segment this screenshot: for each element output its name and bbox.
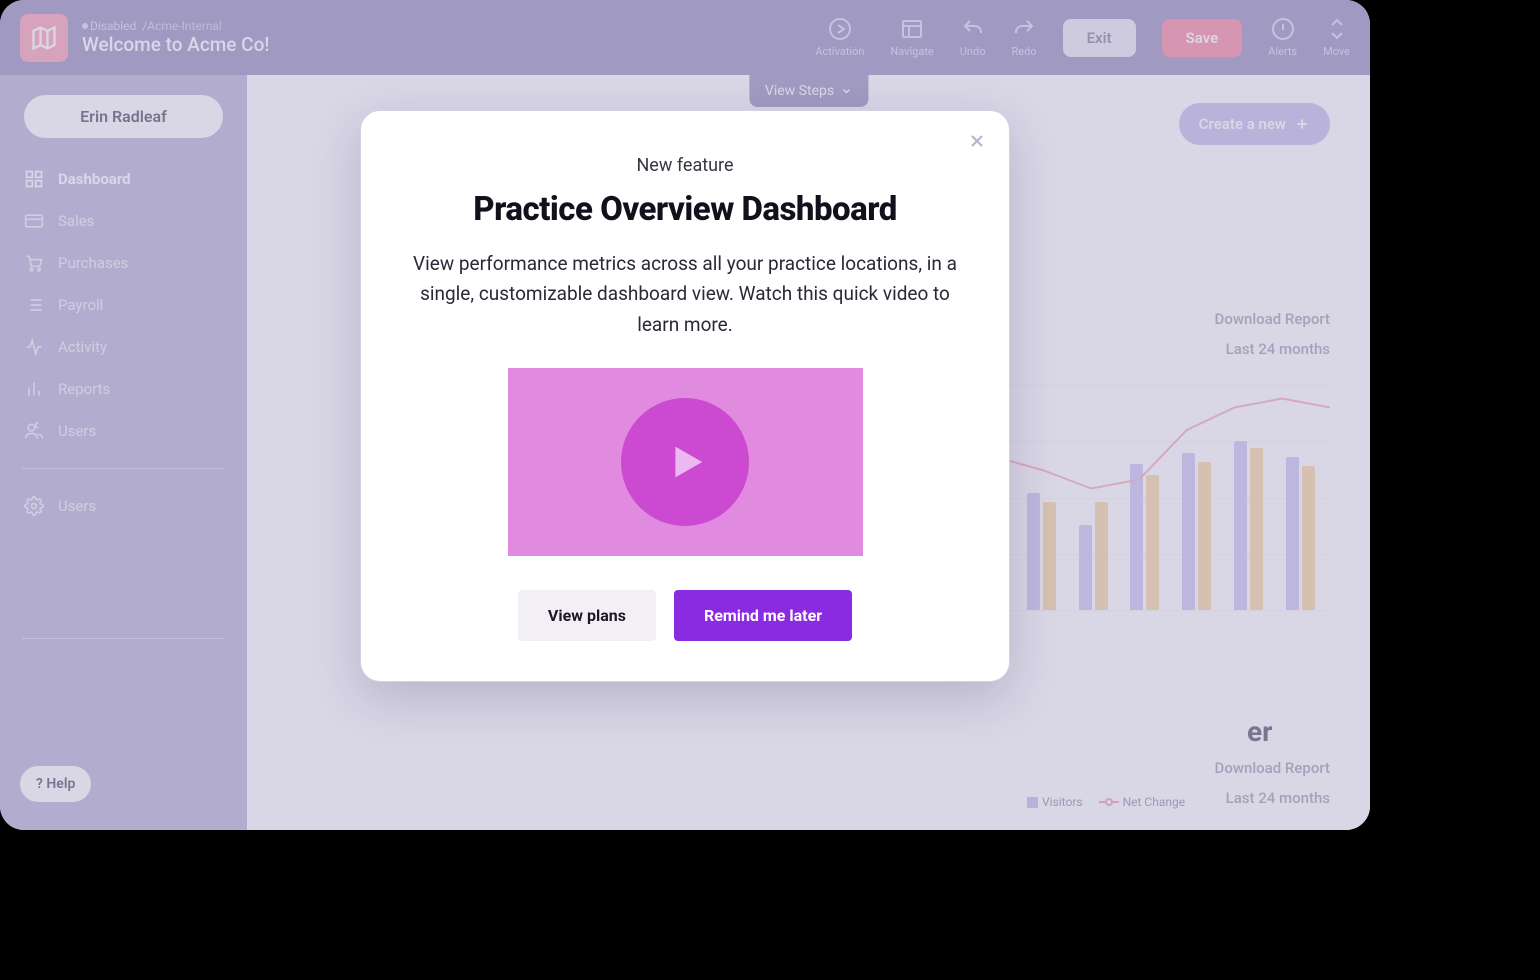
move-icon [1325,17,1349,41]
feature-modal: New feature Practice Overview Dashboard … [360,110,1010,682]
sidebar-item-label: Users [58,422,96,440]
sidebar-item-label: Purchases [58,254,128,272]
activation-action[interactable]: Activation [815,17,864,58]
close-button[interactable] [967,131,987,155]
topbar: Disabled /Acme-Internal Welcome to Acme … [0,0,1370,75]
sidebar-item-reports[interactable]: Reports [12,370,235,408]
chart-legend: Visitors Net Change [1027,795,1185,809]
activation-icon [828,17,852,41]
date-range: Last 24 months [1215,789,1330,807]
legend-line-icon [1099,796,1119,808]
sidebar-item-payroll[interactable]: Payroll [12,286,235,324]
sidebar-item-label: Payroll [58,296,103,314]
grid-icon [24,169,44,189]
page-title: Welcome to Acme Co! [82,33,801,56]
sidebar-item-users[interactable]: Users [12,412,235,450]
save-button[interactable]: Save [1162,19,1243,57]
report-meta-1: Download Report Last 24 months [1215,310,1330,370]
list-icon [24,295,44,315]
sidebar-item-label: Activity [58,338,107,356]
sidebar-item-label: Dashboard [58,170,131,188]
navigate-icon [900,17,924,41]
report-meta-2: Download Report Last 24 months [1215,759,1330,819]
reports-icon [24,379,44,399]
navigate-action[interactable]: Navigate [890,17,933,58]
legend-swatch-visitors [1027,797,1038,808]
alert-icon [1271,17,1295,41]
modal-eyebrow: New feature [413,155,957,176]
user-pill[interactable]: Erin Radleaf [24,95,223,138]
sidebar-item-sales[interactable]: Sales [12,202,235,240]
view-steps-tab[interactable]: View Steps [749,75,868,107]
map-icon [30,24,58,52]
redo-action[interactable]: Redo [1011,17,1036,58]
status-label: Disabled [90,19,136,33]
app-logo[interactable] [20,14,68,62]
play-button[interactable] [621,398,749,526]
title-block: Disabled /Acme-Internal Welcome to Acme … [82,19,801,56]
sidebar-item-activity[interactable]: Activity [12,328,235,366]
activity-icon [24,337,44,357]
sidebar-item-settings[interactable]: Users [12,487,235,525]
card-icon [24,211,44,231]
view-plans-button[interactable]: View plans [518,590,656,641]
cart-icon [24,253,44,273]
sidebar-item-label: Sales [58,212,94,230]
sidebar-item-purchases[interactable]: Purchases [12,244,235,282]
video-thumbnail[interactable] [508,368,863,556]
partial-heading: er [1247,715,1272,748]
sidebar-item-dashboard[interactable]: Dashboard [12,160,235,198]
modal-actions: View plans Remind me later [413,590,957,641]
close-icon [967,131,987,151]
top-actions: Activation Navigate Undo Redo Exit Save … [815,17,1350,58]
modal-title: Practice Overview Dashboard [413,190,957,229]
app-frame: Disabled /Acme-Internal Welcome to Acme … [0,0,1370,830]
sidebar-item-label: Reports [58,380,110,398]
nav-list: Dashboard Sales Purchases Payroll Activi… [12,160,235,525]
plus-icon [1294,116,1310,132]
alerts-action[interactable]: Alerts [1268,17,1297,58]
download-report-link[interactable]: Download Report [1215,759,1330,777]
play-icon [662,439,708,485]
undo-action[interactable]: Undo [960,17,986,58]
gear-icon [24,496,44,516]
download-report-link[interactable]: Download Report [1215,310,1330,328]
sidebar: Erin Radleaf Dashboard Sales Purchases P… [0,75,247,830]
sidebar-item-label: Users [58,497,96,515]
move-action[interactable]: Move [1323,17,1350,58]
nav-divider [22,468,225,469]
exit-button[interactable]: Exit [1063,19,1136,57]
chevron-down-icon [840,85,852,97]
create-new-button[interactable]: Create a new [1179,103,1330,145]
breadcrumb: /Acme-Internal [142,19,222,33]
help-button[interactable]: ? Help [20,766,91,802]
redo-icon [1012,17,1036,41]
users-icon [24,421,44,441]
remind-later-button[interactable]: Remind me later [674,590,852,641]
undo-icon [961,17,985,41]
date-range: Last 24 months [1215,340,1330,358]
nav-divider [22,638,225,639]
modal-description: View performance metrics across all your… [413,249,957,340]
